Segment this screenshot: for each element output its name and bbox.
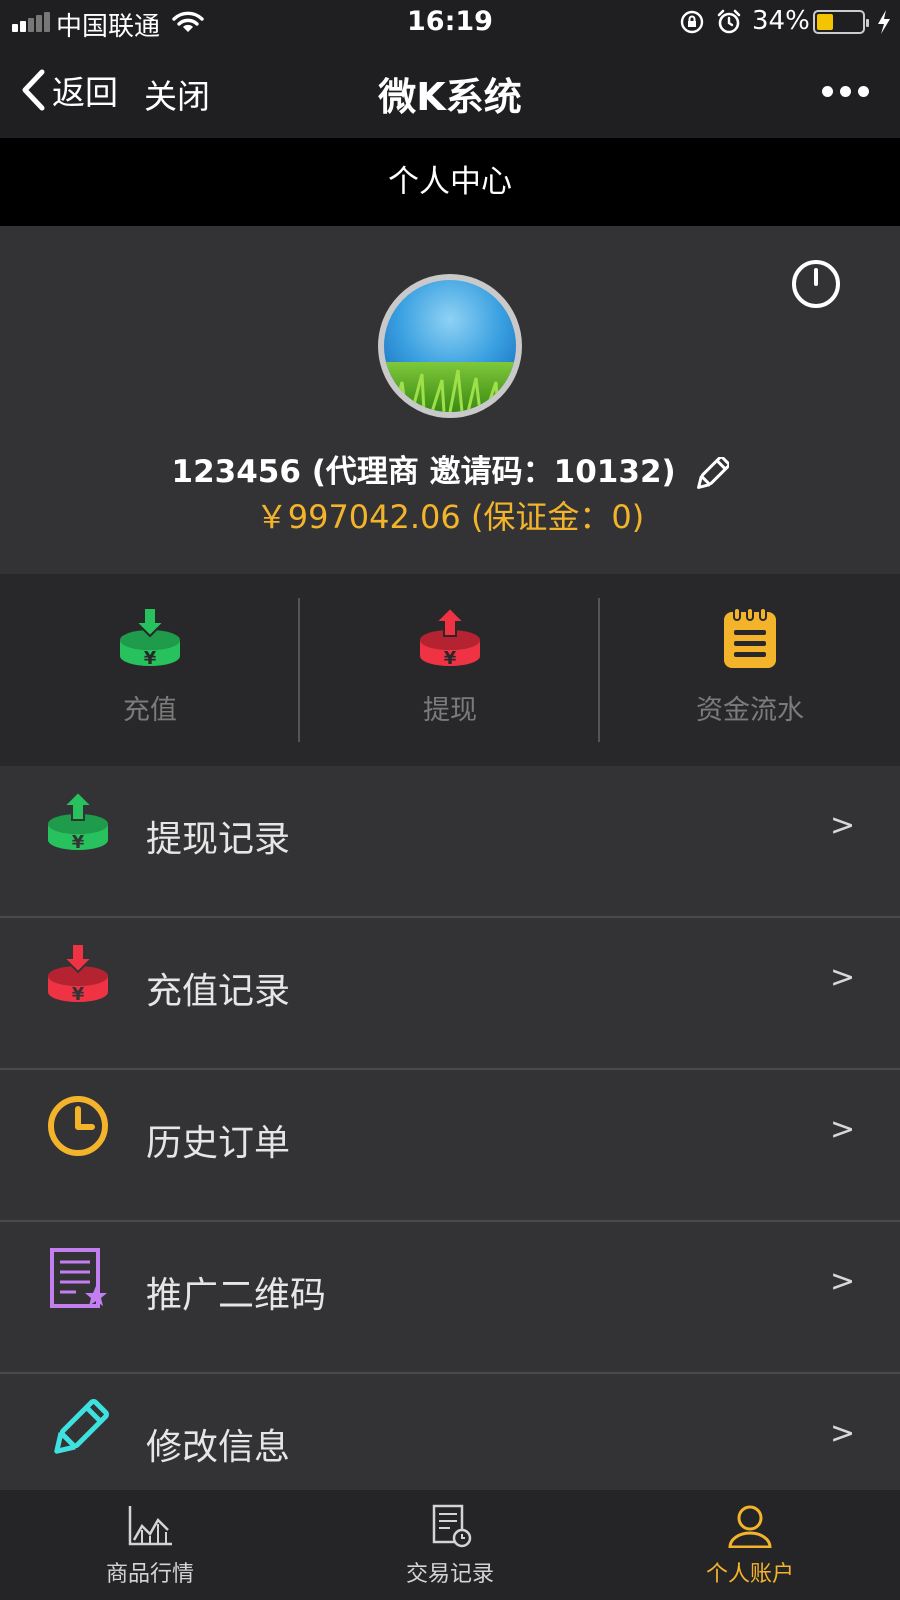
document-star-icon [50,1248,107,1308]
alarm-icon [717,9,741,34]
tab-label: 交易记录 [405,1562,494,1587]
page-title: 个人中心 [0,138,900,226]
clock-icon [48,1096,108,1156]
svg-text:¥: ¥ [144,648,157,669]
user-info-line: 123456 (代理商 邀请码：10132) [0,446,900,491]
svg-text:¥: ¥ [72,984,85,1005]
tab-trade-records[interactable]: 交易记录 [300,1490,600,1600]
user-id-label: 123456 (代理商 邀请码：10132) [171,454,676,490]
app-title: 微K系统 [378,75,522,119]
more-options-button[interactable] [822,86,869,97]
grass-icon [392,369,500,412]
chevron-right-icon: > [830,1264,856,1299]
deposit-label: 充值 [123,695,177,726]
charging-icon [878,10,890,34]
dot-icon [858,86,869,97]
withdraw-label: 提现 [423,695,477,726]
deposit-record-icon: ¥ [48,943,108,1005]
pencil-icon [54,1399,109,1454]
tab-market[interactable]: 商品行情 [0,1490,300,1600]
deposit-icon: ¥ [120,607,180,669]
fund-flow-action[interactable]: 资金流水 [600,574,900,766]
chevron-right-icon: > [830,1416,856,1451]
avatar[interactable] [378,274,522,418]
chevron-right-icon: > [830,1112,856,1147]
menu-item-history-orders[interactable]: 历史订单 > [0,1070,900,1222]
menu-item-promo-qrcode[interactable]: 推广二维码 > [0,1222,900,1374]
withdraw-action[interactable]: ¥ 提现 [300,574,600,766]
withdraw-icon: ¥ [420,606,480,669]
notepad-icon [724,607,776,668]
menu-item-label: 充值记录 [146,971,291,1012]
tab-label: 商品行情 [105,1562,194,1587]
chevron-right-icon: > [830,808,856,843]
navigation-bar: 返回 关闭 微K系统 [0,44,900,138]
receipt-icon [432,1504,472,1548]
tab-personal-account[interactable]: 个人账户 [600,1490,900,1600]
person-icon [728,1505,772,1548]
dot-icon [822,86,833,97]
status-bar: 中国联通 16:19 34% [0,0,900,44]
menu-item-deposit-record[interactable]: ¥ 充值记录 > [0,918,900,1070]
chevron-right-icon: > [830,960,856,995]
rotation-lock-icon [680,10,704,34]
withdraw-record-icon: ¥ [48,790,108,853]
menu-item-withdraw-record[interactable]: ¥ 提现记录 > [0,766,900,918]
menu-item-label: 推广二维码 [146,1275,327,1316]
chart-icon [128,1506,172,1546]
power-logout-button[interactable] [792,260,840,308]
quick-actions: ¥ 充值 ¥ 提现 资金流水 [0,574,900,766]
menu-item-label: 提现记录 [146,819,291,860]
balance-line: ￥997042.06 (保证金：0) [255,498,645,536]
deposit-action[interactable]: ¥ 充值 [0,574,300,766]
dot-icon [840,86,851,97]
battery-icon [813,10,869,34]
menu-item-label: 历史订单 [146,1123,291,1164]
profile-card: 123456 (代理商 邀请码：10132) ￥997042.06 (保证金：0… [0,226,900,574]
svg-text:¥: ¥ [72,832,85,853]
tab-label: 个人账户 [705,1562,794,1587]
menu-item-label: 修改信息 [146,1427,291,1468]
edit-pencil-icon[interactable] [695,456,729,491]
svg-text:¥: ¥ [444,648,457,669]
bottom-tab-bar: 商品行情 交易记录 个人账户 [0,1490,900,1600]
menu-list: ¥ 提现记录 > ¥ 充值记录 > 历史订单 > 推广二维码 > 修改信息 > [0,766,900,1526]
fund-flow-label: 资金流水 [696,695,804,726]
battery-percentage: 34% [752,6,810,36]
